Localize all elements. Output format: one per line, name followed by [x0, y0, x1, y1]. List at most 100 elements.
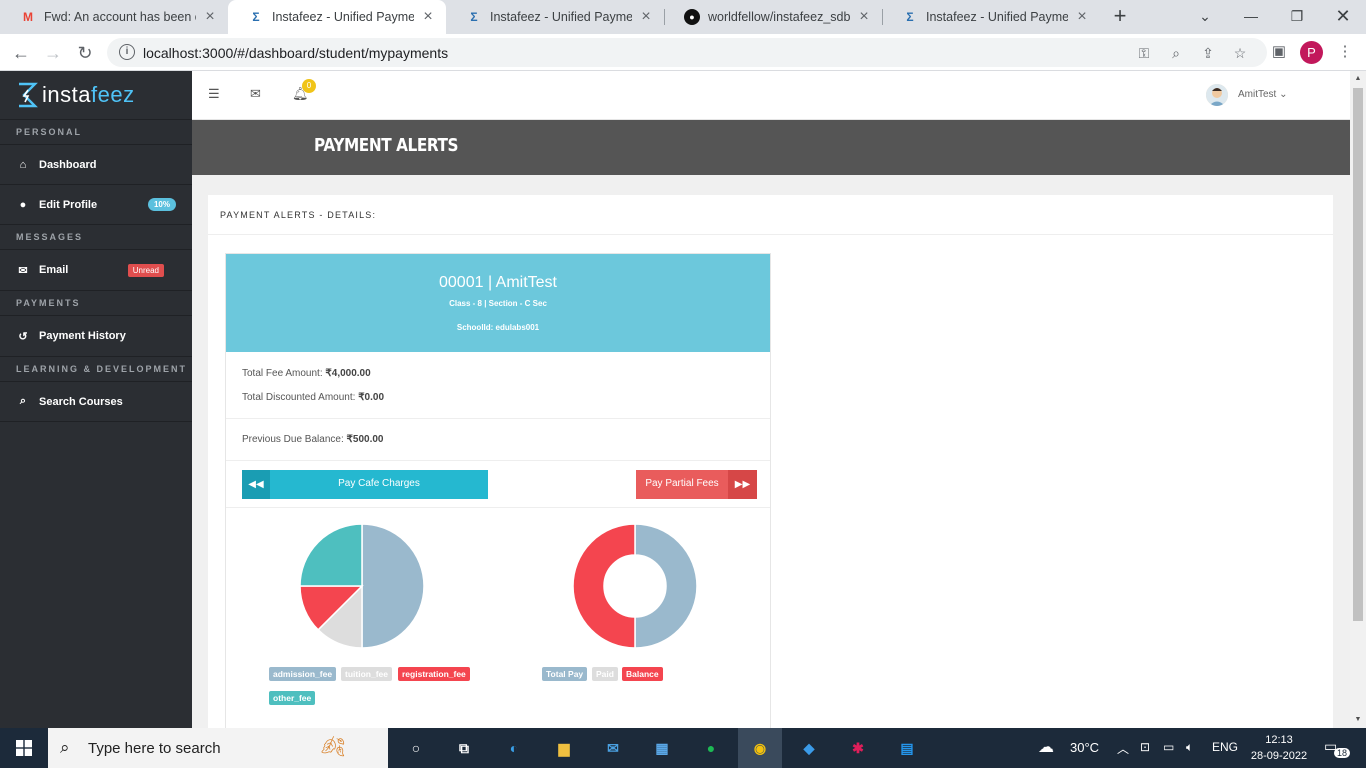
- instafeez-icon: Σ: [470, 10, 478, 24]
- user-menu[interactable]: AmitTest ⌄: [1238, 89, 1288, 100]
- file-explorer-icon[interactable]: ▆: [550, 734, 578, 762]
- new-tab-button[interactable]: +: [1108, 5, 1132, 29]
- sidebar-item-label: Search Courses: [39, 395, 123, 408]
- sidebar-item-dashboard[interactable]: ⌂ Dashboard: [0, 145, 192, 185]
- legend-item-tuition-fee[interactable]: tuition_fee: [341, 667, 392, 681]
- browser-tab[interactable]: ● worldfellow/instafeez_sdbi ×: [664, 0, 882, 34]
- task-view-icon[interactable]: ⧉: [450, 734, 478, 762]
- pie-slice-other-fee[interactable]: [299, 523, 363, 587]
- sidebar-item-payment-history[interactable]: ↺ Payment History: [0, 316, 192, 357]
- unread-badge: Unread: [127, 263, 164, 277]
- browser-tab[interactable]: Σ Instafeez - Unified Payments ×: [882, 0, 1100, 34]
- page-viewport: instafeez PERSONAL ⌂ Dashboard ● Edit Pr…: [0, 71, 1366, 728]
- restore-button[interactable]: ❐: [1282, 4, 1312, 28]
- vscode-icon[interactable]: ◆: [795, 734, 823, 762]
- browser-tab-strip: M Fwd: An account has been cr × Σ Instaf…: [0, 0, 1366, 34]
- tray-chevron-up-icon[interactable]: ︿: [1117, 740, 1129, 757]
- clock[interactable]: 12:13 28-09-2022: [1250, 732, 1308, 764]
- reload-button[interactable]: ↻: [72, 40, 98, 66]
- legend-item-registration-fee[interactable]: registration_fee: [398, 667, 470, 681]
- notification-count-badge: 0: [302, 79, 316, 93]
- address-bar[interactable]: i localhost:3000/#/dashboard/student/myp…: [107, 38, 1267, 67]
- side-panel-icon[interactable]: ▣: [1267, 40, 1291, 64]
- pie-slice-admission-fee[interactable]: [361, 523, 425, 649]
- sidebar-item-email[interactable]: ✉ Email Unread: [0, 250, 192, 291]
- browser-menu-icon[interactable]: ⋮: [1333, 40, 1357, 64]
- logo-text: instafeez: [42, 82, 135, 107]
- volume-icon[interactable]: 🔈︎: [1186, 740, 1193, 755]
- discount-row: Total Discounted Amount: ₹0.00: [226, 392, 770, 403]
- student-name: 00001 | AmitTest: [439, 274, 557, 291]
- spotify-icon[interactable]: ●: [697, 734, 725, 762]
- key-icon[interactable]: ⚿: [1134, 43, 1154, 63]
- scroll-down-arrow-icon[interactable]: ▼: [1350, 712, 1366, 728]
- back-button[interactable]: ←: [8, 40, 34, 66]
- browser-tab[interactable]: M Fwd: An account has been cr ×: [0, 0, 228, 34]
- site-info-icon[interactable]: i: [119, 44, 135, 60]
- tab-title: Instafeez - Unified Payments: [490, 10, 632, 24]
- slack-icon[interactable]: ✱: [844, 734, 872, 762]
- browser-tab[interactable]: Σ Instafeez - Unified Payments ×: [446, 0, 664, 34]
- sidebar-item-label: Payment History: [39, 330, 126, 342]
- sidebar-item-edit-profile[interactable]: ● Edit Profile 10%: [0, 185, 192, 225]
- weather-temp[interactable]: 30°C: [1070, 740, 1099, 755]
- tab-search-icon[interactable]: ⌄: [1190, 4, 1220, 28]
- edge-icon[interactable]: ◐: [500, 734, 528, 762]
- cortana-icon[interactable]: ○: [402, 734, 430, 762]
- total-fee-label: Total Fee Amount:: [242, 368, 323, 379]
- clock-date: 28-09-2022: [1250, 750, 1308, 762]
- payment-card: 00001 | AmitTest Class - 8 | Section - C…: [225, 253, 771, 728]
- language-indicator[interactable]: ENG: [1212, 740, 1238, 754]
- minimize-button[interactable]: —: [1236, 4, 1266, 28]
- notification-count: 18: [1334, 748, 1351, 758]
- payment-actions: ◀◀ Pay Cafe Charges Pay Partial Fees ▶▶: [226, 461, 770, 508]
- browser-tab-active[interactable]: Σ Instafeez - Unified Payments ×: [228, 0, 446, 34]
- page-title: PAYMENT ALERTS: [314, 135, 459, 156]
- close-tab-icon[interactable]: ×: [1074, 8, 1090, 26]
- user-avatar[interactable]: [1206, 84, 1228, 106]
- profile-avatar[interactable]: P: [1300, 41, 1323, 64]
- pie-slice-balance[interactable]: [572, 523, 636, 649]
- tab-title: Instafeez - Unified Payments: [926, 10, 1068, 24]
- double-chevron-left-icon: ◀◀: [242, 470, 270, 499]
- total-fee-value: ₹4,000.00: [325, 368, 371, 379]
- close-tab-icon[interactable]: ×: [202, 8, 218, 26]
- store-icon[interactable]: ▦: [648, 734, 676, 762]
- scrollbar-thumb[interactable]: [1353, 88, 1363, 621]
- close-tab-icon[interactable]: ×: [638, 8, 654, 26]
- bookmark-star-icon[interactable]: ☆: [1230, 43, 1250, 63]
- zoom-icon[interactable]: ⌕: [1166, 43, 1186, 63]
- search-icon: ⌕: [19, 395, 27, 407]
- chrome-icon[interactable]: ◉: [746, 734, 774, 762]
- pay-cafe-charges-button[interactable]: ◀◀ Pay Cafe Charges: [242, 470, 488, 499]
- close-window-button[interactable]: ✕: [1328, 4, 1358, 28]
- close-tab-icon[interactable]: ×: [856, 8, 872, 26]
- close-tab-icon[interactable]: ×: [420, 8, 436, 26]
- instafeez-logo[interactable]: instafeez: [0, 71, 192, 120]
- menu-toggle-icon[interactable]: ☰: [208, 86, 220, 102]
- network-icon[interactable]: ▭: [1163, 740, 1174, 754]
- pie-slice-total-pay[interactable]: [634, 523, 698, 649]
- share-icon[interactable]: ⇪: [1198, 43, 1218, 63]
- search-highlight-icon: 🍂︎: [320, 736, 346, 758]
- sidebar-item-search-courses[interactable]: ⌕ Search Courses: [0, 382, 192, 422]
- mail-app-icon[interactable]: ✉: [599, 734, 627, 762]
- legend-item-admission-fee[interactable]: admission_fee: [269, 667, 337, 681]
- meet-now-icon[interactable]: ⊡: [1140, 740, 1150, 754]
- legend-item-total-pay[interactable]: Total Pay: [542, 667, 588, 681]
- legend-item-other-fee[interactable]: other_fee: [269, 691, 316, 705]
- windows-start-icon[interactable]: [16, 740, 32, 756]
- weather-cloud-icon[interactable]: ☁: [1038, 737, 1054, 757]
- mail-icon[interactable]: ✉: [250, 86, 261, 102]
- scroll-up-arrow-icon[interactable]: ▲: [1350, 71, 1366, 87]
- legend-item-balance[interactable]: Balance: [622, 667, 663, 681]
- pay-partial-fees-button[interactable]: Pay Partial Fees ▶▶: [636, 470, 757, 499]
- docker-icon[interactable]: ▤: [893, 734, 921, 762]
- taskbar-search-box[interactable]: ⌕ Type here to search 🍂︎: [48, 728, 388, 768]
- url-text[interactable]: localhost:3000/#/dashboard/student/mypay…: [143, 45, 448, 61]
- top-navbar: ☰ ✉ 🔔︎ 0 AmitTest ⌄: [192, 71, 1350, 120]
- legend-item-paid[interactable]: Paid: [592, 667, 618, 681]
- forward-button[interactable]: →: [40, 40, 66, 66]
- page-scrollbar[interactable]: ▲ ▼: [1350, 71, 1366, 728]
- sidebar-item-label: Dashboard: [39, 158, 97, 171]
